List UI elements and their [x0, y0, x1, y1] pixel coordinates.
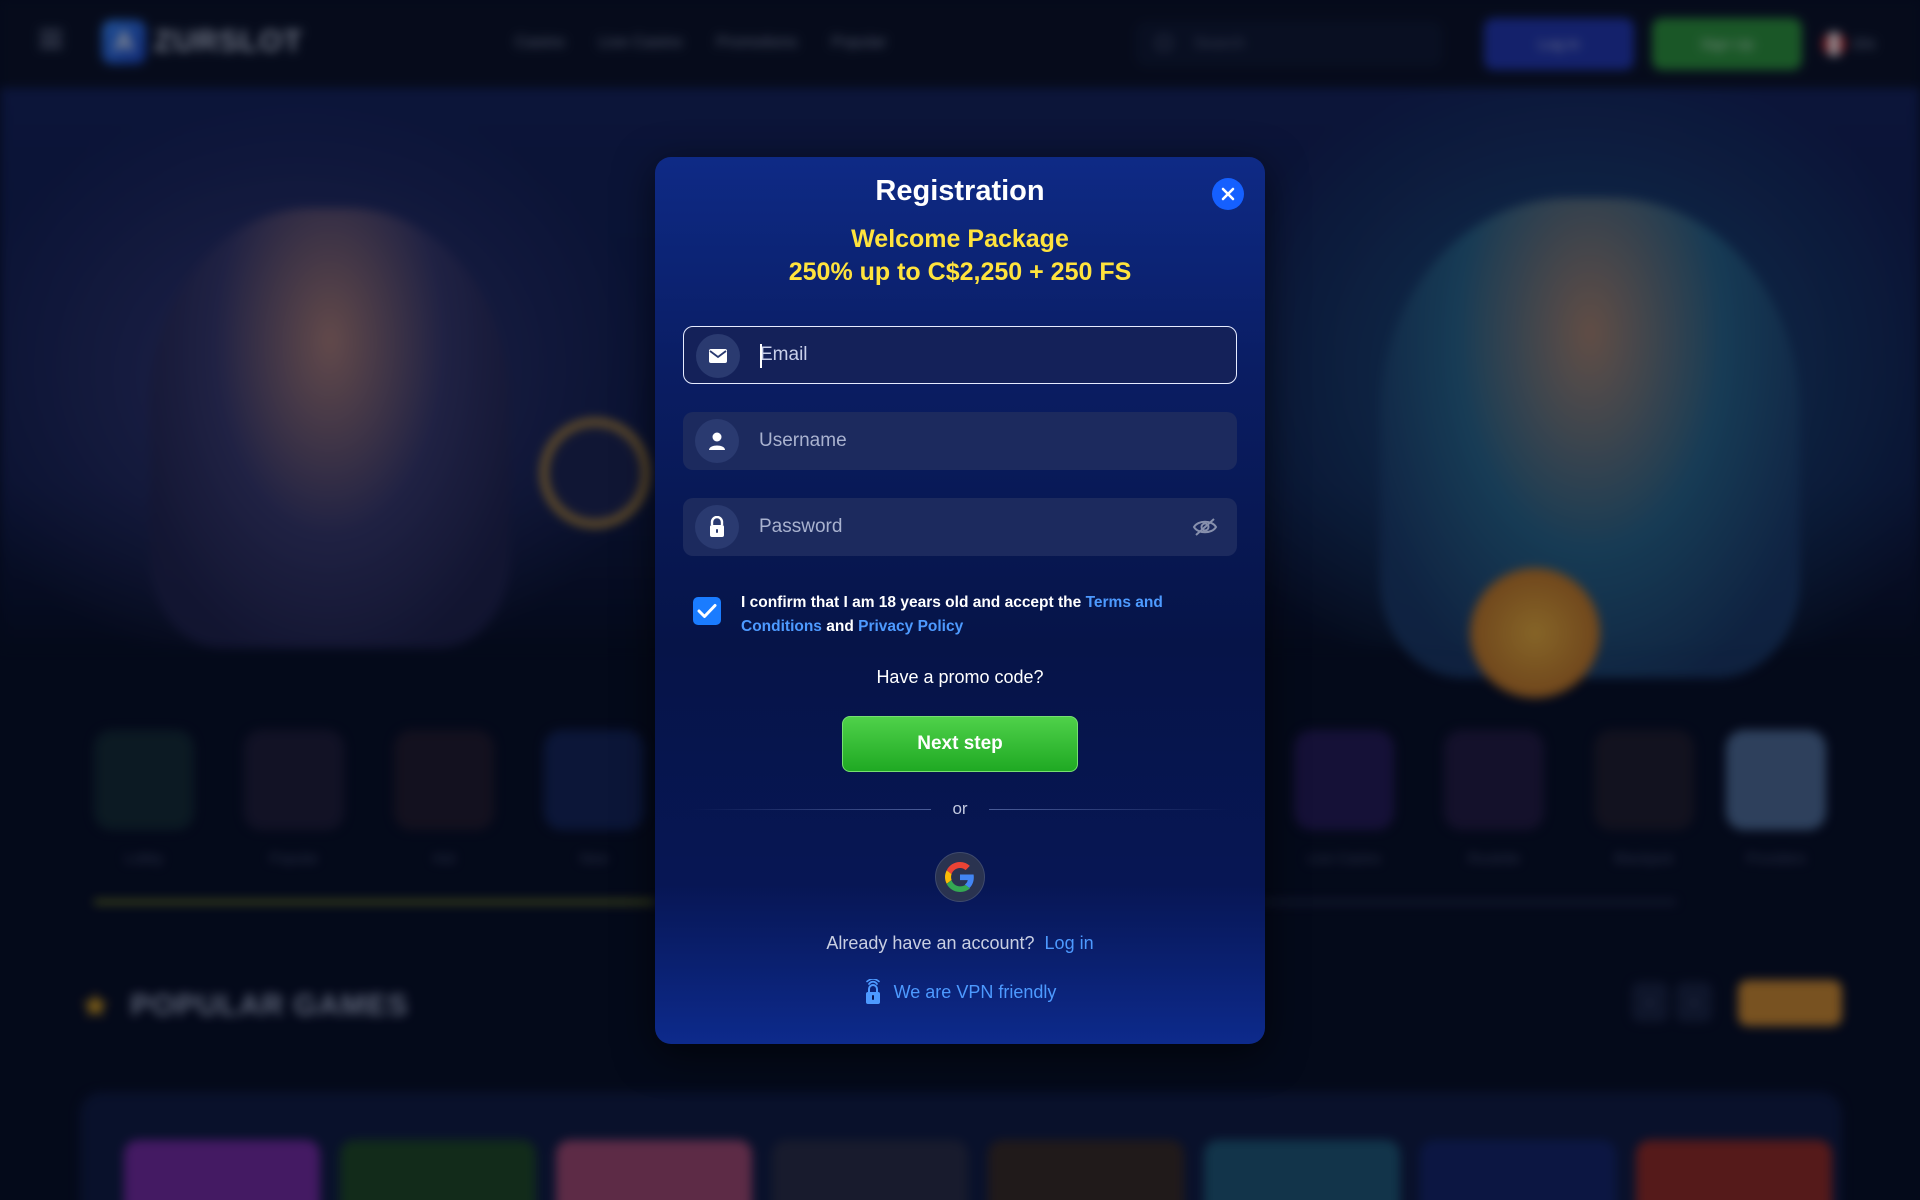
email-field[interactable] [683, 326, 1237, 384]
promo-code-toggle[interactable]: Have a promo code? [655, 667, 1265, 688]
consent-text: I confirm that I am 18 years old and acc… [741, 591, 1221, 639]
email-input[interactable] [760, 327, 1200, 383]
login-prompt: Already have an account? Log in [655, 933, 1265, 954]
google-icon [945, 862, 974, 892]
user-icon [695, 419, 739, 463]
close-button[interactable] [1212, 178, 1244, 210]
divider-right [989, 809, 1229, 810]
eye-off-icon [1192, 518, 1218, 536]
modal-title: Registration [875, 175, 1045, 207]
next-step-button[interactable]: Next step [842, 716, 1078, 772]
already-account-text: Already have an account? [826, 933, 1035, 953]
text-caret [760, 344, 762, 368]
consent-and: and [821, 618, 859, 635]
checkmark-icon [697, 604, 717, 618]
consent-checkbox[interactable] [693, 597, 721, 625]
username-field[interactable] [683, 412, 1237, 470]
vpn-friendly-text: We are VPN friendly [893, 981, 1057, 1002]
password-input[interactable] [759, 498, 1199, 556]
password-field[interactable] [683, 498, 1237, 556]
envelope-icon [696, 334, 740, 378]
welcome-package-title: Welcome Package [851, 225, 1069, 253]
toggle-password-visibility[interactable] [1191, 513, 1219, 541]
login-link[interactable]: Log in [1045, 933, 1094, 953]
close-icon [1221, 187, 1235, 201]
registration-modal: Registration Welcome Package 250% up to … [655, 157, 1265, 1044]
vpn-friendly-note: We are VPN friendly [655, 979, 1265, 1005]
welcome-package-offer: 250% up to C$2,250 + 250 FS [788, 258, 1132, 286]
privacy-link[interactable]: Privacy Policy [858, 618, 963, 635]
google-signin-button[interactable] [935, 852, 985, 902]
vpn-lock-icon [865, 979, 880, 1004]
lock-icon [695, 505, 739, 549]
username-input[interactable] [759, 412, 1199, 470]
consent-prefix: I confirm that I am 18 years old and acc… [741, 594, 1086, 611]
